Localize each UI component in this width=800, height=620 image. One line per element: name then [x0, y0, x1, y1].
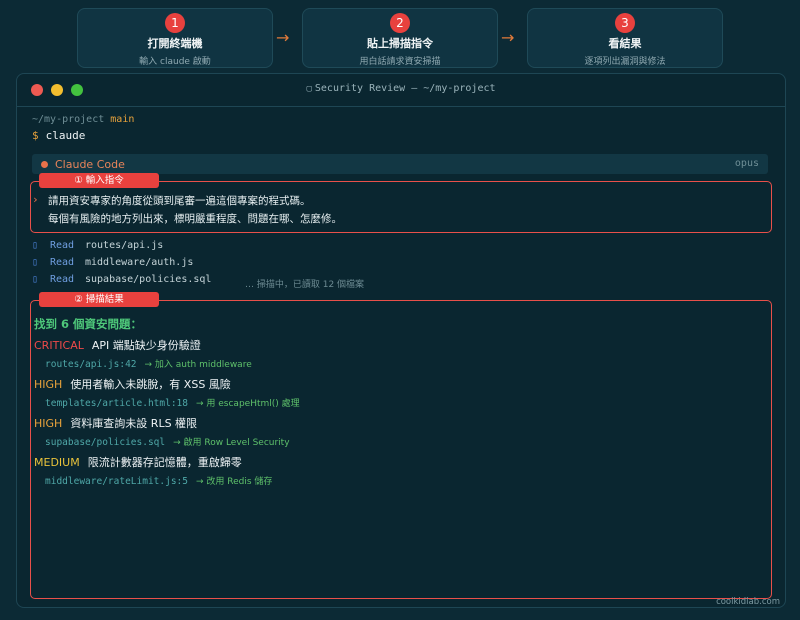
read-file: routes/api.js	[85, 240, 164, 251]
window-title-text: Security Review — ~/my-project	[314, 83, 496, 94]
step-arrow-icon: →	[501, 28, 515, 47]
issue-title: 資料庫查詢未設 RLS 權限	[70, 417, 198, 430]
scan-status: … 掃描中，已讀取 12 個檔案	[245, 280, 365, 290]
issue-fix: → 啟用 Row Level Security	[173, 438, 290, 448]
terminal-icon: ▢	[306, 84, 312, 94]
directory-path: ~/my-project	[32, 114, 105, 125]
file-icon: ▯	[32, 274, 39, 285]
issue-item: MEDIUM 限流計數器存記憶體，重啟歸零 middleware/rateLimi…	[34, 454, 272, 487]
issue-title: API 端點缺少身份驗證	[91, 339, 201, 352]
window-title: ▢ Security Review — ~/my-project	[17, 83, 785, 94]
severity-badge: HIGH	[34, 417, 63, 430]
claude-code-header: Claude Code opus	[32, 154, 768, 174]
git-branch: main	[110, 114, 135, 125]
issue-fix: → 加入 auth middleware	[144, 360, 252, 370]
command-text: claude	[45, 129, 86, 142]
issue-title: 使用者輸入未跳脫，有 XSS 風險	[70, 378, 231, 391]
prompt-line: 每個有風險的地方列出來，標明嚴重程度、問題在哪、怎麼修。	[48, 213, 342, 225]
issue-item: HIGH 使用者輸入未跳脫，有 XSS 風險 templates/article.…	[34, 376, 300, 409]
prompt-line: 請用資安專家的角度從頭到尾審一遍這個專案的程式碼。	[48, 195, 311, 207]
issue-title: 限流計數器存記憶體，重啟歸零	[87, 456, 242, 469]
step-number: 3	[615, 13, 635, 33]
working-directory: ~/my-project main	[32, 114, 134, 125]
step-subtitle: 輸入 claude 啟動	[139, 57, 211, 67]
terminal-window: ▢ Security Review — ~/my-project ~/my-pro…	[16, 73, 786, 608]
step-title: 貼上掃描指令	[367, 37, 433, 50]
issue-file: templates/article.html:18	[45, 398, 188, 409]
issue-item: HIGH 資料庫查詢未設 RLS 權限 supabase/policies.sql…	[34, 415, 290, 448]
issue-file: middleware/rateLimit.js:5	[45, 476, 188, 487]
issue-fix: → 改用 Redis 儲存	[196, 477, 273, 487]
issue-file: routes/api.js:42	[45, 359, 137, 370]
step-title: 看結果	[608, 37, 642, 50]
window-titlebar: ▢ Security Review — ~/my-project	[17, 74, 785, 107]
step-number: 1	[165, 13, 185, 33]
step-2: 2 貼上掃描指令 用白話請求資安掃描	[302, 8, 498, 68]
severity-badge: HIGH	[34, 378, 63, 391]
severity-badge: MEDIUM	[34, 456, 80, 469]
issue-fix: → 用 escapeHtml() 處理	[196, 399, 300, 409]
read-verb: Read	[50, 240, 75, 251]
read-file: middleware/auth.js	[85, 257, 194, 268]
steps-bar: 1 打開終端機 輸入 claude 啟動 → 2 貼上掃描指令 用白話請求資安掃…	[77, 8, 723, 68]
read-file: supabase/policies.sql	[85, 274, 212, 285]
results-section-tag: ② 掃描結果	[39, 292, 159, 307]
status-dot-icon	[41, 161, 48, 168]
model-label: opus	[734, 158, 759, 169]
chevron-right-icon: ›	[32, 193, 39, 206]
app-name: Claude Code	[55, 158, 125, 171]
results-heading: 找到 6 個資安問題：	[34, 317, 143, 331]
step-1: 1 打開終端機 輸入 claude 啟動	[77, 8, 273, 68]
file-icon: ▯	[32, 257, 39, 268]
command-line: $ claude	[32, 129, 85, 142]
step-title: 打開終端機	[147, 37, 203, 50]
issue-file: supabase/policies.sql	[45, 437, 166, 448]
step-3: 3 看結果 逐項列出漏洞與修法	[527, 8, 723, 68]
step-arrow-icon: →	[276, 28, 290, 47]
read-verb: Read	[50, 257, 75, 268]
shell-prompt: $	[32, 129, 39, 142]
step-subtitle: 用白話請求資安掃描	[359, 57, 441, 67]
step-subtitle: 逐項列出漏洞與修法	[584, 57, 666, 67]
input-section-tag: ① 輸入指令	[39, 173, 159, 188]
issue-item: CRITICAL API 端點缺少身份驗證 routes/api.js:42 → 加…	[34, 337, 252, 370]
file-icon: ▯	[32, 240, 39, 251]
site-watermark: coolkidlab.com	[716, 597, 780, 607]
step-number: 2	[390, 13, 410, 33]
read-verb: Read	[50, 274, 75, 285]
severity-badge: CRITICAL	[34, 339, 84, 352]
